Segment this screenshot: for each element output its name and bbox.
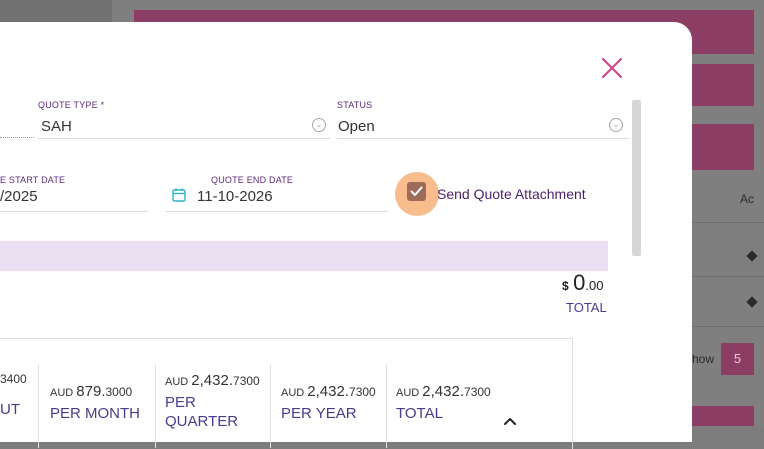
summary-column-per-year: AUD 2,432.7300 PER YEAR [281, 383, 376, 423]
background-show-label: how [692, 352, 715, 366]
summary-label: PER YEAR [281, 405, 357, 422]
background-row-divider [692, 276, 764, 277]
quote-end-date-label: QUOTE END DATE [211, 175, 294, 185]
total-label: TOTAL [566, 300, 607, 315]
checkbox-checked-icon[interactable] [407, 182, 426, 201]
field-underline [0, 137, 34, 138]
field-underline [38, 138, 330, 139]
background-row-divider [692, 222, 764, 223]
background-page-size: 5 [721, 343, 754, 375]
quote-type-value[interactable]: SAH [41, 118, 72, 135]
chevron-down-circle-icon[interactable]: ⌄ [609, 118, 623, 132]
chevron-down-circle-icon[interactable]: ⌄ [312, 118, 326, 132]
background-row-divider [692, 326, 764, 327]
summary-value: AUD 2,432.7300 [165, 372, 260, 389]
total-amount: $ 0.00 [562, 270, 604, 295]
summary-value: AUD 879.3000 [50, 383, 133, 400]
quote-start-date-label: E START DATE [0, 175, 66, 185]
column-divider [270, 364, 271, 448]
chevron-up-icon[interactable] [503, 416, 517, 426]
field-underline [166, 211, 388, 212]
modal-scrollbar[interactable] [632, 100, 641, 256]
quote-type-label: QUOTE TYPE * [38, 100, 105, 110]
field-underline [337, 138, 629, 139]
section-band [0, 241, 608, 271]
quote-end-date-value[interactable]: 11-10-2026 [197, 188, 273, 205]
send-quote-attachment-label[interactable]: Send Quote Attachment [437, 186, 586, 202]
status-label: STATUS [337, 100, 373, 110]
calendar-icon[interactable] [172, 188, 186, 202]
summary-column-total: AUD 2,432.7300 TOTAL [396, 383, 491, 423]
column-divider [38, 364, 39, 448]
quote-start-date-value[interactable]: /2025 [0, 188, 38, 205]
quote-modal: QUOTE TYPE * SAH ⌄ STATUS Open ⌄ E START… [0, 22, 692, 449]
column-divider [386, 364, 387, 448]
summary-column-per-quarter: AUD 2,432.7300 PER QUARTER [165, 372, 270, 431]
close-icon[interactable] [600, 56, 624, 80]
summary-value: 3400 [0, 372, 27, 386]
column-divider [155, 364, 156, 448]
summary-column-partial: 3400 UT [0, 372, 27, 419]
status-value[interactable]: Open [338, 118, 375, 135]
summary-label: PER MONTH [50, 405, 140, 422]
summary-value: AUD 2,432.7300 [281, 383, 376, 400]
background-actions-header: Ac [740, 192, 755, 206]
summary-value: AUD 2,432.7300 [396, 383, 491, 400]
field-underline [0, 211, 148, 212]
summary-label: PER QUARTER [165, 394, 239, 430]
summary-column-per-month: AUD 879.3000 PER MONTH [50, 383, 140, 423]
summary-label: UT [0, 401, 20, 418]
summary-label: TOTAL [396, 405, 443, 422]
